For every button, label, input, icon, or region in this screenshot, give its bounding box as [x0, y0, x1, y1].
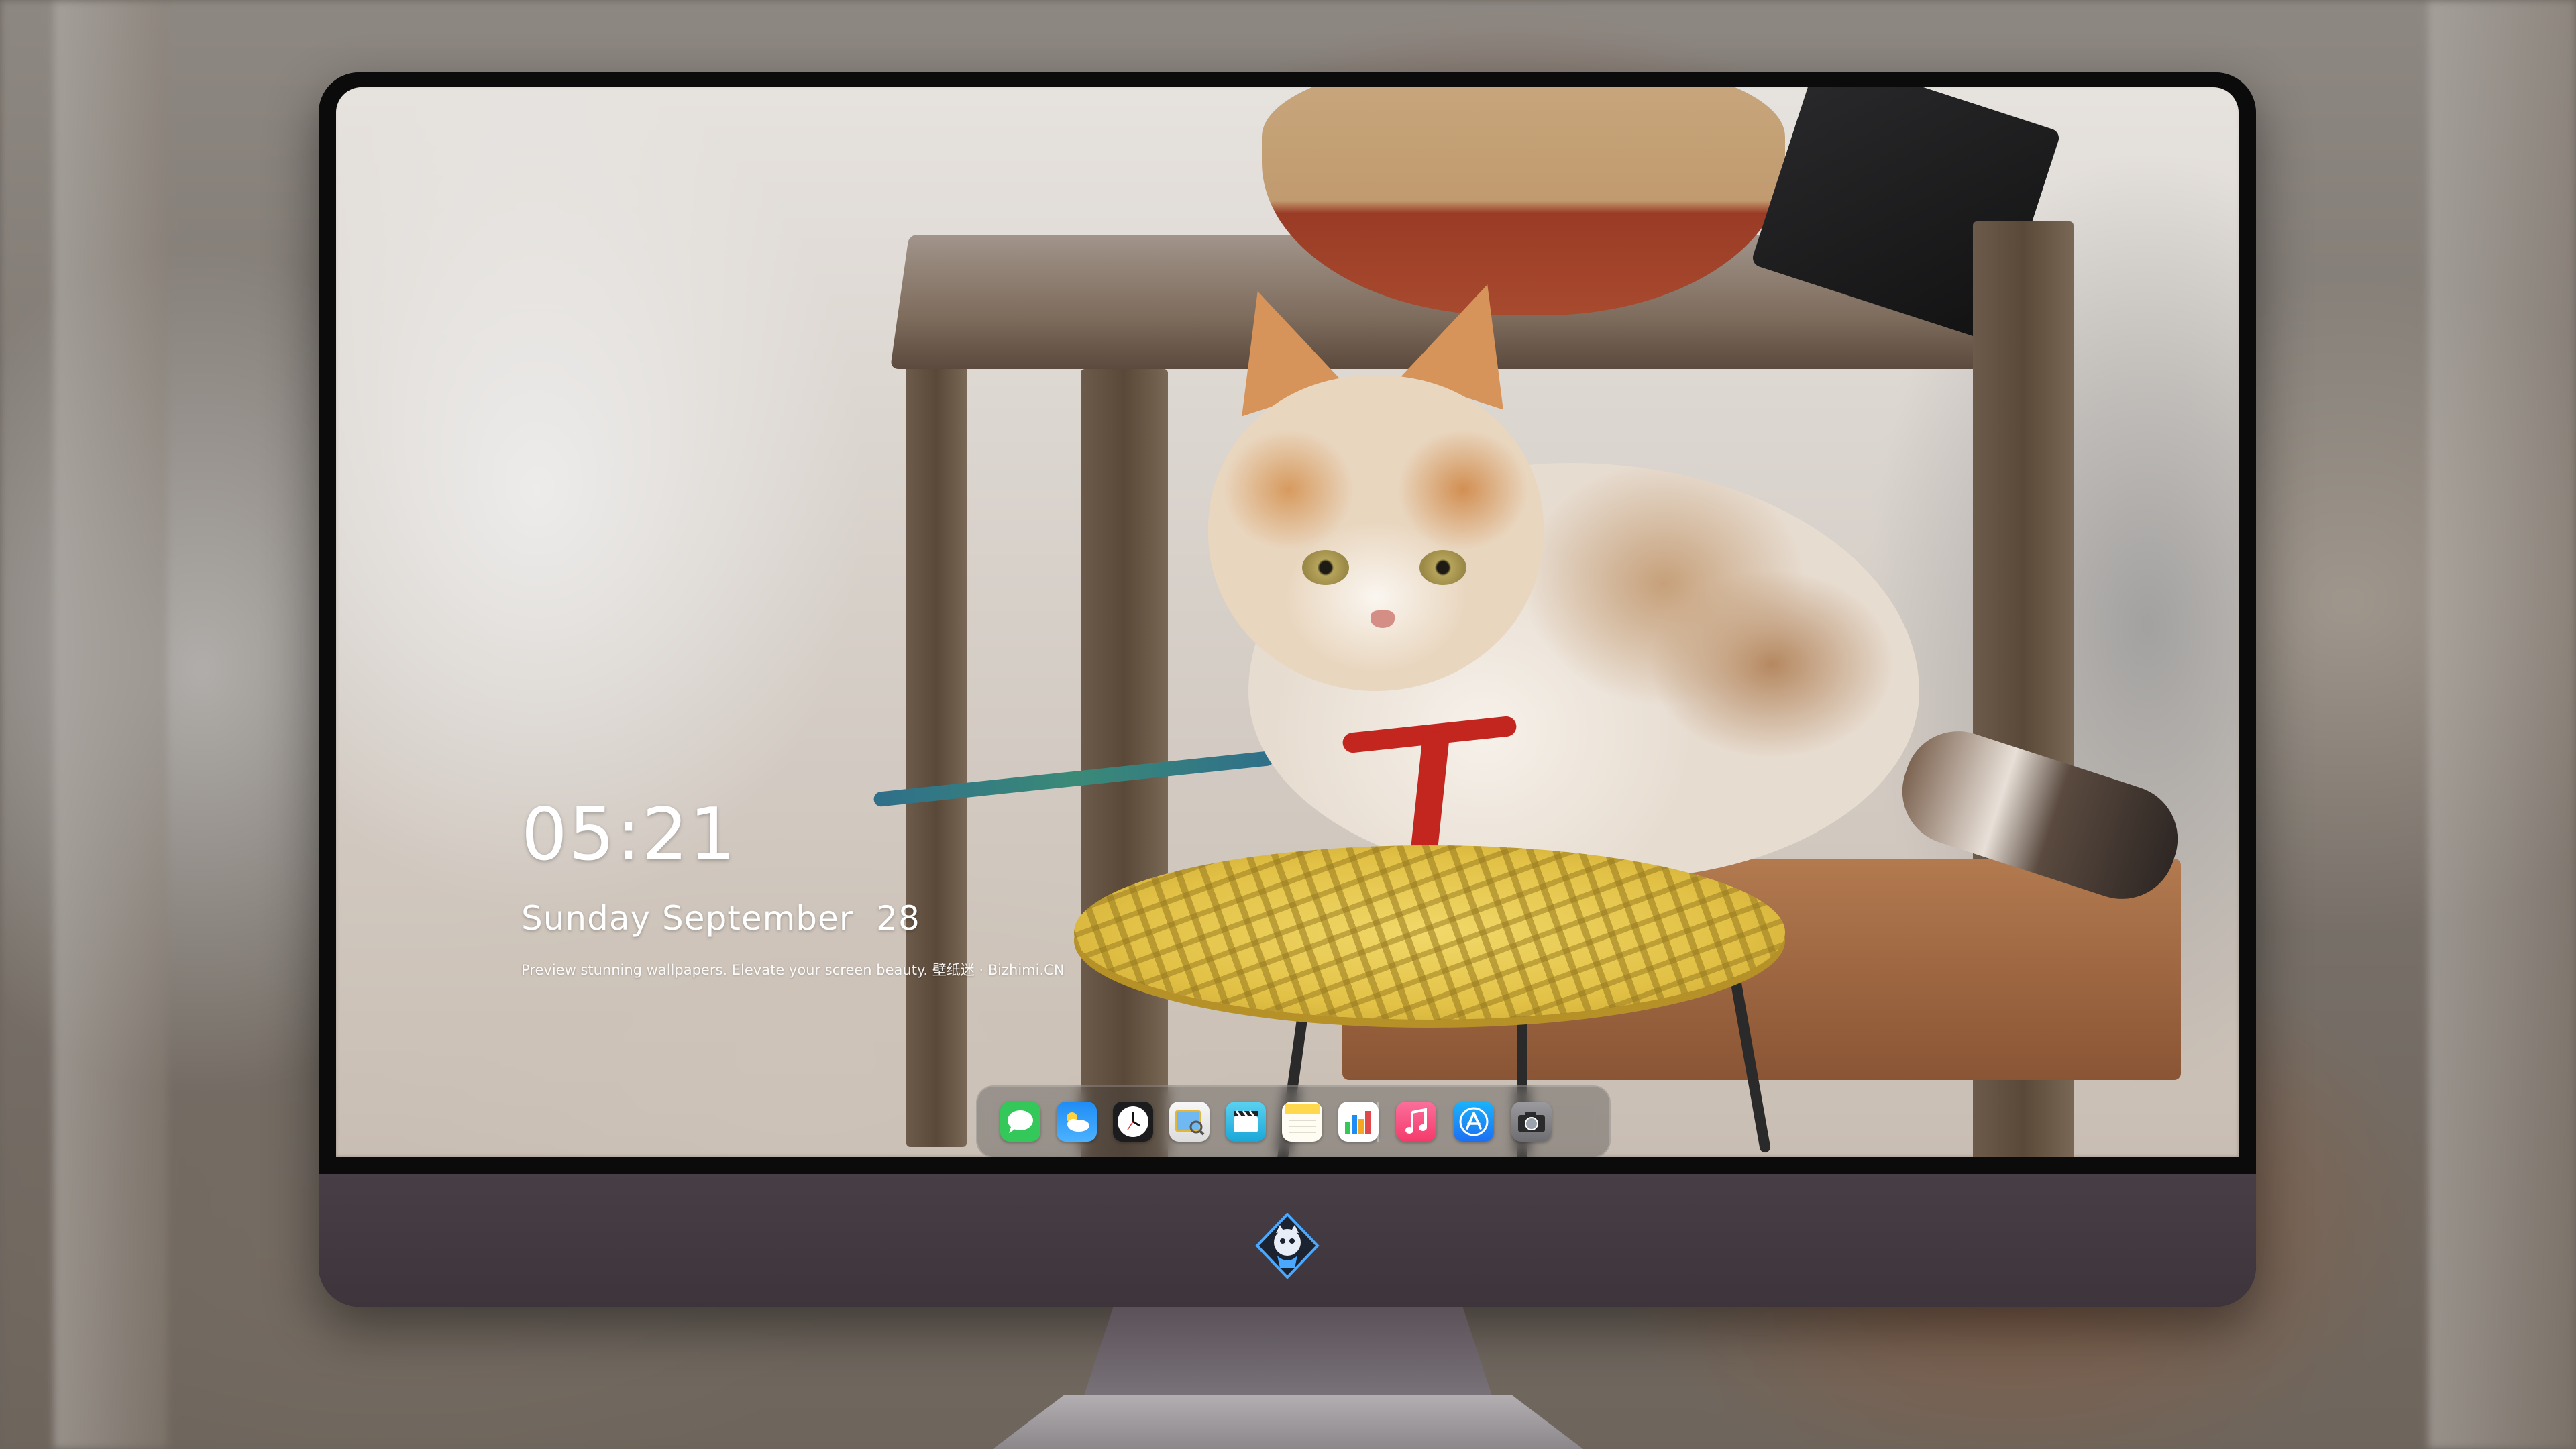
monitor-chin — [319, 1165, 2256, 1307]
cat-head — [1208, 376, 1544, 691]
numbers-icon[interactable] — [1338, 1102, 1379, 1142]
screen: 05:21 Sunday September 28 Preview stunni… — [336, 87, 2239, 1157]
lock-screen-tagline: Preview stunning wallpapers. Elevate you… — [521, 962, 1065, 978]
background-post — [54, 0, 168, 1449]
monitor-stand-base — [993, 1395, 1583, 1449]
app-store-icon[interactable] — [1454, 1102, 1494, 1142]
cat-eye — [1419, 550, 1466, 585]
notes-icon[interactable] — [1282, 1102, 1322, 1142]
wicker-stool — [1074, 845, 1785, 1020]
dock — [976, 1085, 1611, 1157]
music-icon[interactable] — [1396, 1102, 1436, 1142]
dock-separator — [1377, 1102, 1379, 1142]
monitor: 05:21 Sunday September 28 Preview stunni… — [319, 72, 2256, 1307]
mascot-logo-icon — [1254, 1212, 1320, 1279]
camera-icon[interactable] — [1511, 1102, 1552, 1142]
messages-icon[interactable] — [1000, 1102, 1040, 1142]
cat-nose — [1371, 610, 1395, 628]
preview-icon[interactable] — [1169, 1102, 1210, 1142]
lock-screen-clock: 05:21 — [521, 793, 737, 877]
cat-eye — [1302, 550, 1349, 585]
wallpaper — [336, 87, 2239, 1157]
stool-leg — [906, 342, 967, 1147]
clock-icon[interactable] — [1113, 1102, 1153, 1142]
background-post — [2428, 0, 2576, 1449]
weather-icon[interactable] — [1057, 1102, 1097, 1142]
clips-icon[interactable] — [1226, 1102, 1266, 1142]
lock-screen-date: Sunday September 28 — [521, 899, 920, 938]
monitor-stand — [1080, 1307, 1496, 1407]
